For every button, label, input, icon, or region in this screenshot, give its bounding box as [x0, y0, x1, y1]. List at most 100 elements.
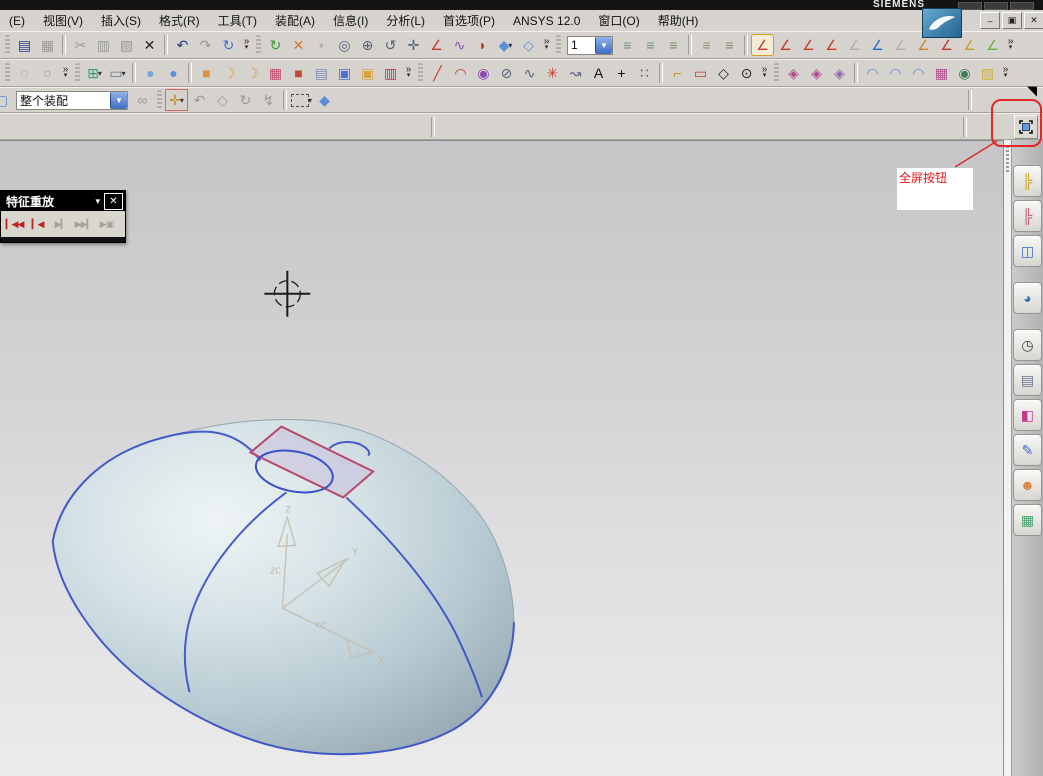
surface-1-icon[interactable]: ◈ — [782, 62, 805, 84]
csys-constructor-icon[interactable]: ∠ — [774, 34, 797, 56]
curve-overflow-icon[interactable]: » ▾ — [758, 65, 771, 80]
replay-step-back-button[interactable]: ▎◀ — [26, 214, 49, 234]
circle-helix-icon[interactable]: ◉ — [472, 62, 495, 84]
iso-box-grey-icon[interactable]: ◇ — [211, 89, 234, 111]
graphics-viewport[interactable]: Z Y X ZC XC — [0, 140, 1003, 776]
internet-browser-button[interactable]: ◕ — [1013, 282, 1042, 314]
copy-to-layer-icon[interactable]: ≡ — [718, 34, 741, 56]
shaded-display-icon[interactable]: ◆ ▾ — [494, 34, 517, 56]
studio-spline-icon[interactable]: ✳ — [541, 62, 564, 84]
toolbar-grip[interactable] — [5, 63, 10, 83]
surface-overflow-icon[interactable]: » ▾ — [999, 65, 1012, 80]
swept-surface-2-icon[interactable]: ◠ — [884, 62, 907, 84]
mesh-surface-icon[interactable]: ▦ — [930, 62, 953, 84]
surface-3-icon[interactable]: ◈ — [828, 62, 851, 84]
selection-scope-combo-arrow-icon[interactable]: ▼ — [110, 91, 127, 109]
swept-surface-1-icon[interactable]: ◠ — [861, 62, 884, 84]
feature-replay-close-button[interactable]: ✕ — [104, 192, 123, 210]
csys-axis-icon[interactable]: ∠ — [866, 34, 889, 56]
clipped-left-icon[interactable]: ▢ — [0, 89, 13, 111]
shaded-cube-icon[interactable]: ◆ — [313, 89, 336, 111]
csys-rotate-icon[interactable]: ∠ — [820, 34, 843, 56]
csys-dynamics-icon[interactable]: ∠ — [751, 34, 774, 56]
tool-palette-button[interactable]: ✎ — [1013, 434, 1042, 466]
snap-point-icon[interactable]: ✛ ▾ — [165, 89, 188, 111]
extrude-red-icon[interactable]: ■ — [287, 62, 310, 84]
toolbar-grip[interactable] — [418, 63, 423, 83]
zoom-box-icon[interactable]: ◎ — [333, 34, 356, 56]
menu-insert[interactable]: 插入(S) — [92, 12, 150, 29]
menu-analysis[interactable]: 分析(L) — [377, 12, 434, 29]
spreadsheet-close-icon[interactable]: ✕ — [287, 34, 310, 56]
csys-grey-icon[interactable]: ∠ — [889, 34, 912, 56]
view-overflow-icon[interactable]: » ▾ — [540, 37, 553, 52]
point-set-icon[interactable]: ∷ — [633, 62, 656, 84]
toolbar-grip[interactable] — [157, 90, 162, 110]
swept-surface-3-icon[interactable]: ◠ — [907, 62, 930, 84]
menu-assemblies[interactable]: 装配(A) — [266, 12, 324, 29]
materials-palette-button[interactable]: ▤ — [1013, 364, 1042, 396]
image-gallery-button[interactable]: ▦ — [1013, 504, 1042, 536]
line-icon[interactable]: ╱ — [426, 62, 449, 84]
assembly-navigator-button[interactable]: ╠ — [1013, 165, 1042, 197]
menu-preferences[interactable]: 首选项(P) — [434, 12, 504, 29]
menu-help[interactable]: 帮助(H) — [649, 12, 708, 29]
grey-feature-1-icon[interactable]: ◌ — [13, 62, 36, 84]
feature-replay-menu-arrow-icon[interactable]: ▾ — [91, 196, 104, 207]
boolean-unite-icon[interactable]: ▣ — [333, 62, 356, 84]
menu-edit[interactable]: (E) — [0, 14, 34, 28]
csys-inactive-icon[interactable]: ∠ — [843, 34, 866, 56]
toolbar-grip[interactable] — [75, 63, 80, 83]
revolve-2-icon[interactable]: ☽ — [241, 62, 264, 84]
toolbar-grip[interactable] — [256, 35, 261, 55]
point-tool-icon[interactable]: + — [610, 62, 633, 84]
work-layer-combo-arrow-icon[interactable]: ▼ — [595, 36, 612, 54]
layer-settings-icon[interactable]: ≡ — [616, 34, 639, 56]
feature-replay-titlebar[interactable]: 特征重放 ▾ ✕ — [1, 191, 125, 211]
sheet-surface-icon[interactable]: ▨ — [976, 62, 999, 84]
zoom-in-out-icon[interactable]: ⊕ — [356, 34, 379, 56]
standard-overflow-icon[interactable]: » ▾ — [240, 37, 253, 52]
rectangle-tool-icon[interactable]: ▭ — [689, 62, 712, 84]
close-button[interactable]: ✕ — [1024, 12, 1043, 29]
arc-icon[interactable]: ◠ — [449, 62, 472, 84]
wireframe-display-icon[interactable]: ◇ — [517, 34, 540, 56]
toolbar-grip[interactable] — [5, 35, 10, 55]
constraint-navigator-button[interactable]: ╠ — [1013, 200, 1042, 232]
corner-curve-icon[interactable]: ⌐ — [666, 62, 689, 84]
redo-icon[interactable]: ↷ — [194, 34, 217, 56]
menu-tools[interactable]: 工具(T) — [209, 12, 266, 29]
replay-to-end-button[interactable]: ▶▣ — [95, 214, 118, 234]
titlebar-close-button[interactable] — [1010, 2, 1034, 10]
sketch-icon[interactable]: ⊞ ▾ — [83, 62, 106, 84]
drag-grey-icon[interactable]: ↯ — [257, 89, 280, 111]
copy-icon[interactable]: ▥ — [92, 34, 115, 56]
revolve-1-icon[interactable]: ☽ — [218, 62, 241, 84]
window-titlebar[interactable]: SIEMENS — [0, 0, 1043, 10]
paste-icon[interactable]: ▧ — [115, 34, 138, 56]
replay-to-start-button[interactable]: ▎◀◀ — [3, 214, 26, 234]
undo-icon[interactable]: ↶ — [171, 34, 194, 56]
grey-cylinder-icon[interactable]: ○ — [36, 62, 59, 84]
find-component-icon[interactable]: ∞ — [131, 89, 154, 111]
eraser-icon[interactable]: ◗ — [471, 34, 494, 56]
restore-button[interactable]: ▣ — [1002, 12, 1022, 29]
menu-view[interactable]: 视图(V) — [34, 12, 92, 29]
undo-selection-icon[interactable]: ↶ — [188, 89, 211, 111]
marquee-select-dropdown-icon[interactable]: ▾ — [308, 96, 312, 105]
delete-icon[interactable]: ✕ — [138, 34, 161, 56]
csys-origin-icon[interactable]: ∠ — [797, 34, 820, 56]
layer-visible-in-view-icon[interactable]: ≡ — [639, 34, 662, 56]
toolbar-grip[interactable] — [774, 63, 779, 83]
history-button[interactable]: ◷ — [1013, 329, 1042, 361]
work-layer-combo[interactable]: 1 ▼ — [567, 35, 613, 55]
rotate-view-icon[interactable]: ↺ — [379, 34, 402, 56]
pan-view-icon[interactable]: ✛ — [402, 34, 425, 56]
orbit-annotate-icon[interactable]: ↻ — [217, 34, 240, 56]
trim-body-icon[interactable]: ▦ — [264, 62, 287, 84]
part-navigator-button[interactable]: ◫ — [1013, 235, 1042, 267]
utility-overflow-icon[interactable]: » ▾ — [1004, 37, 1017, 52]
replay-fast-forward-button[interactable]: ▶▶▎ — [72, 214, 95, 234]
circle-slash-icon[interactable]: ⊘ — [495, 62, 518, 84]
titlebar-restore-button[interactable] — [984, 2, 1008, 10]
